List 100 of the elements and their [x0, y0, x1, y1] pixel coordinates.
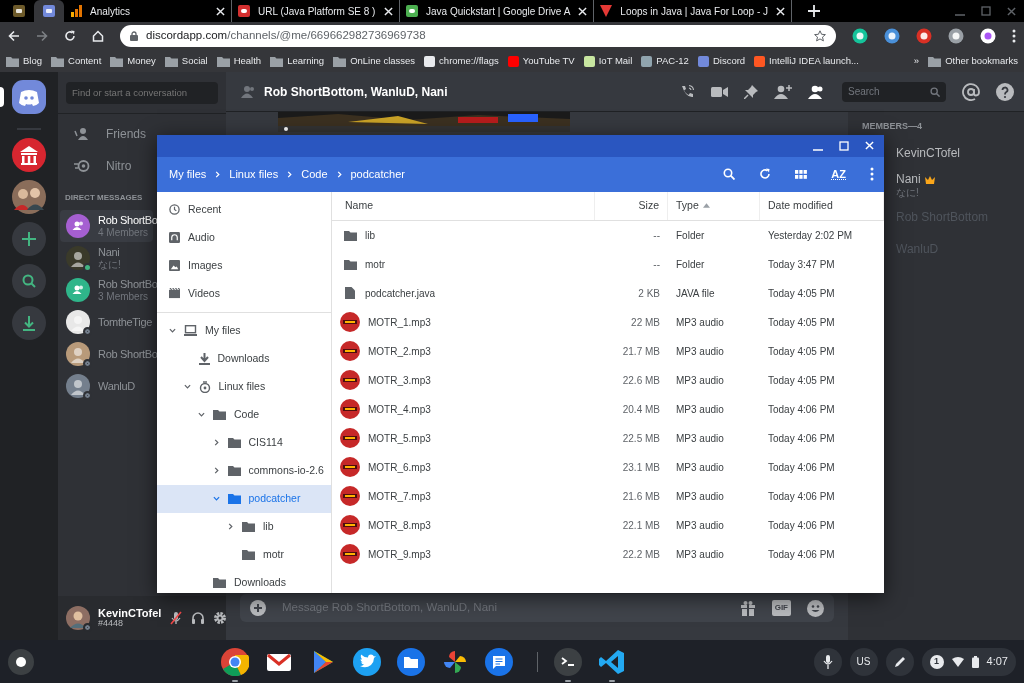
grid-view-icon[interactable] — [795, 169, 808, 179]
reload-icon[interactable] — [64, 30, 76, 42]
add-attachment-icon[interactable] — [250, 600, 266, 616]
bookmark[interactable]: Social — [164, 53, 208, 69]
emoji-icon[interactable] — [807, 599, 824, 617]
mention-icon[interactable] — [962, 82, 980, 101]
video-camera-icon[interactable] — [711, 85, 728, 98]
home-icon[interactable] — [92, 30, 104, 42]
phone-icon[interactable] — [679, 83, 695, 100]
help-icon[interactable] — [996, 82, 1014, 101]
server-avatar[interactable] — [12, 180, 46, 214]
sidebar-item[interactable]: Videos — [157, 279, 331, 308]
star-icon[interactable] — [814, 30, 826, 42]
download-icon[interactable] — [12, 306, 46, 340]
settings-icon[interactable] — [213, 611, 228, 625]
sidebar-item[interactable]: Downloads — [157, 568, 331, 593]
tab-close-icon[interactable] — [216, 6, 225, 16]
extension-icon[interactable] — [948, 28, 964, 44]
extension-icon[interactable] — [916, 28, 932, 44]
more-icon[interactable] — [870, 167, 874, 182]
new-tab-icon[interactable] — [808, 5, 820, 17]
search-field[interactable]: Find or start a conversation — [66, 81, 218, 104]
bookmark[interactable]: Content — [51, 53, 102, 69]
bookmark[interactable]: YouTube TV — [507, 53, 575, 69]
back-icon[interactable] — [8, 30, 20, 42]
microphone-button[interactable] — [813, 647, 842, 676]
search-field[interactable]: Search — [842, 81, 946, 102]
sidebar-item[interactable]: Nitro — [66, 150, 156, 182]
tab-close-icon[interactable] — [578, 6, 588, 16]
search-icon[interactable] — [930, 86, 940, 97]
window-close-icon[interactable] — [1007, 6, 1016, 16]
sidebar-item[interactable]: Linux files — [157, 372, 331, 401]
conversation-item[interactable]: WanluD — [60, 370, 153, 402]
breadcrumb-item[interactable]: Code — [301, 165, 328, 183]
sidebar-item[interactable]: Downloads — [157, 344, 331, 373]
gift-icon[interactable] — [739, 600, 756, 616]
pin-icon[interactable] — [744, 84, 758, 99]
sidebar-item[interactable]: lib — [157, 512, 331, 541]
column-header[interactable]: Date modified — [760, 191, 884, 220]
bookmark[interactable]: PAC-12 — [641, 53, 689, 69]
extension-icon[interactable] — [852, 28, 868, 44]
search-icon[interactable] — [723, 168, 736, 181]
bookmark[interactable]: OnLine classes — [333, 53, 416, 69]
bookmark[interactable]: Money — [110, 53, 156, 69]
stylus-button[interactable] — [885, 647, 914, 676]
browser-icon[interactable] — [221, 647, 250, 676]
close-icon[interactable] — [865, 141, 874, 151]
code-editor-icon[interactable] — [598, 647, 627, 676]
tab-close-icon[interactable] — [384, 6, 393, 16]
bookmark[interactable]: Discord — [697, 53, 746, 69]
sidebar-item[interactable]: Audio — [157, 223, 331, 252]
input-method-button[interactable]: US — [849, 647, 878, 676]
sidebar-item[interactable]: podcatcher — [157, 484, 331, 513]
column-header[interactable]: Name — [332, 191, 595, 220]
sidebar-item[interactable]: Recent — [157, 195, 331, 224]
address-bar[interactable]: discordapp.com/channels/@me/669662982736969738 — [120, 25, 836, 47]
muted-microphone-icon[interactable] — [169, 611, 184, 625]
sidebar-item[interactable]: Images — [157, 251, 331, 280]
gif-button[interactable]: GIF — [771, 600, 791, 616]
sidebar-item[interactable]: commons-io-2.6 — [157, 456, 331, 485]
home-logo-icon[interactable] — [12, 80, 46, 114]
column-header[interactable]: Type — [668, 191, 760, 220]
breadcrumb-item[interactable]: podcatcher — [350, 165, 405, 183]
headphones-icon[interactable] — [191, 611, 206, 625]
sidebar-item[interactable]: Code — [157, 400, 331, 429]
bookmark[interactable]: Health — [216, 53, 262, 69]
refresh-icon[interactable] — [759, 168, 772, 181]
forward-icon[interactable] — [36, 30, 48, 42]
bookmark[interactable]: IntelliJ IDEA launch... — [754, 53, 859, 69]
bookmark[interactable]: Blog — [6, 53, 42, 69]
conversation-item[interactable]: TomtheTige — [60, 306, 153, 338]
overflow-chevron[interactable]: » — [913, 53, 920, 69]
sort-button[interactable]: AZ — [831, 165, 846, 183]
menu-icon[interactable] — [1012, 29, 1016, 43]
terminal-icon[interactable] — [554, 647, 583, 676]
sidebar-item[interactable]: CIS114 — [157, 428, 331, 457]
bird-icon[interactable] — [353, 647, 382, 676]
breadcrumb-item[interactable]: Linux files — [229, 165, 279, 183]
bookmark[interactable]: chrome://flags — [424, 53, 499, 69]
maximize-icon[interactable] — [981, 6, 991, 16]
bookmark[interactable]: Other bookmarks — [928, 53, 1018, 69]
extension-icon[interactable] — [884, 28, 900, 44]
bookmark[interactable]: IoT Mail — [583, 53, 633, 69]
extension-icon[interactable] — [980, 28, 996, 44]
breadcrumb-item[interactable]: My files — [169, 165, 207, 183]
sidebar-item[interactable]: Friends — [66, 118, 156, 150]
building-icon[interactable] — [12, 138, 46, 172]
launcher-icon[interactable] — [8, 648, 34, 675]
column-header[interactable]: Size — [595, 191, 668, 220]
pinned-tab[interactable] — [34, 0, 64, 22]
message-icon[interactable] — [485, 647, 514, 676]
folder-icon[interactable] — [397, 647, 426, 676]
tab-close-icon[interactable] — [776, 6, 785, 16]
add-server-icon[interactable] — [12, 222, 46, 256]
member-item[interactable]: KevinCTofel — [885, 137, 1024, 170]
sidebar-item[interactable]: motr — [157, 540, 331, 569]
bookmark[interactable]: Learning — [270, 53, 325, 69]
sidebar-item[interactable]: My files — [157, 316, 331, 345]
status-area[interactable]: 1 4:07 — [921, 647, 1016, 676]
add-user-icon[interactable] — [774, 84, 792, 99]
